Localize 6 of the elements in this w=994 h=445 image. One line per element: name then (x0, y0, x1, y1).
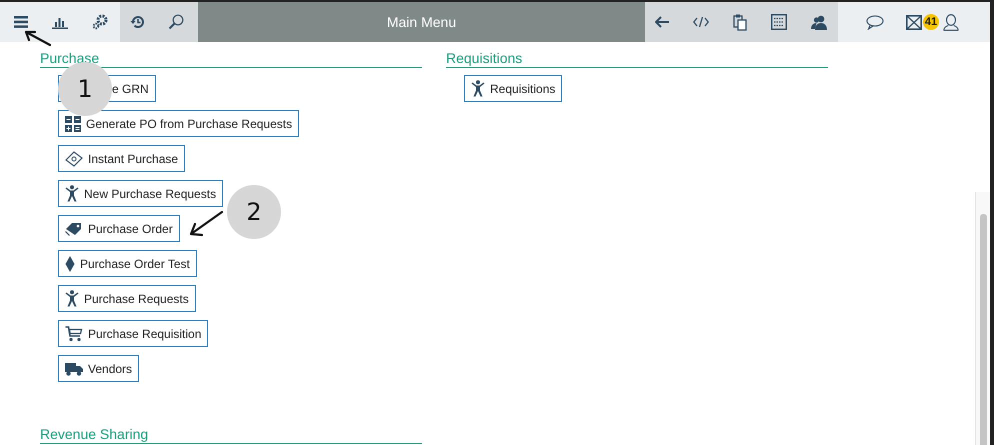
step-number-tooltip: 2 (227, 185, 281, 239)
notification-badge: 41 (923, 14, 939, 30)
section-heading: Requisitions (446, 50, 828, 68)
window-title: Main Menu (386, 14, 456, 30)
step-number-tooltip: 1 (58, 62, 112, 116)
section-heading: Revenue Sharing (40, 426, 422, 444)
